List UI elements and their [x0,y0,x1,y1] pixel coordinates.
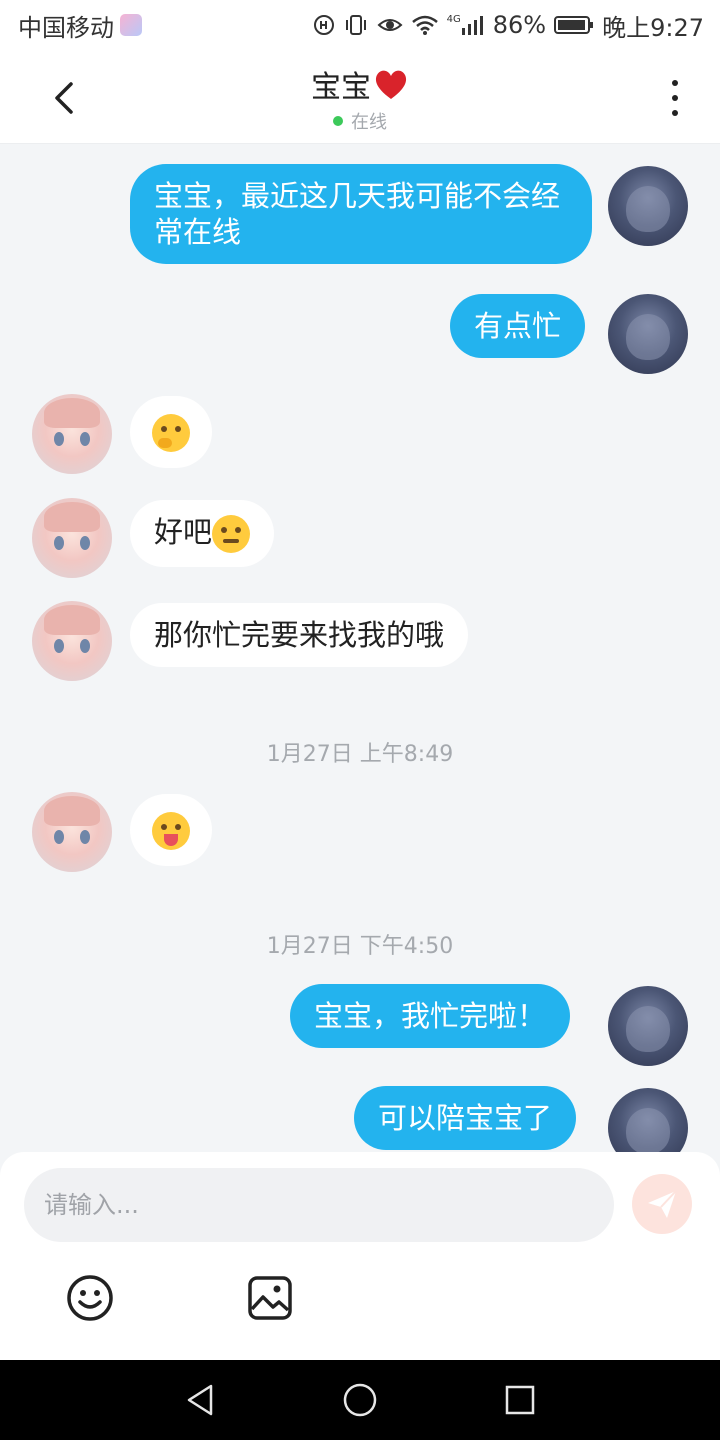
vibrate-icon [343,14,369,36]
my-avatar[interactable] [608,166,688,246]
nav-recents-button[interactable] [500,1380,540,1420]
more-options-button[interactable] [660,78,690,118]
contact-avatar[interactable] [32,601,112,681]
pensive-face-emoji [212,515,251,553]
message-text: 那你忙完要来找我的哦 [154,618,445,652]
contact-name[interactable]: 宝宝 [311,62,409,106]
heart-icon [375,70,407,99]
send-button[interactable] [632,1174,692,1234]
chat-header: 宝宝 在线 [0,50,720,144]
status-bar-right: 4G 86% 晚上9:27 [313,8,704,43]
back-triangle-icon [187,1384,213,1416]
message-bubble-incoming[interactable]: 那你忙完要来找我的哦 [130,603,469,667]
message-text: 可以陪宝宝了 [378,1101,553,1135]
squinting-tongue-face-emoji [152,812,190,850]
chat-message-list[interactable]: 宝宝，最近这几天我可能不会经常在线 有点忙 好吧 那你忙完要来找我的哦 1月27… [0,144,720,1152]
battery-percent: 86% [492,11,547,39]
online-status-text: 在线 [351,112,387,133]
my-avatar[interactable] [608,294,688,374]
more-dot [672,110,678,116]
my-avatar[interactable] [608,1088,688,1152]
online-dot-icon [333,116,343,126]
clock: 晚上9:27 [602,13,704,42]
eye-icon [377,15,403,35]
message-text: 有点忙 [474,309,562,343]
status-bar-left: 中国移动 [18,8,142,43]
nav-back-button[interactable] [180,1380,220,1420]
my-avatar[interactable] [608,986,688,1066]
status-bar: 中国移动 4G 86% 晚上9:27 [0,0,720,50]
image-button[interactable] [246,1274,294,1322]
message-bubble-outgoing[interactable]: 宝宝，我忙完啦！ [290,984,571,1048]
message-bubble-incoming[interactable] [130,794,212,866]
wifi-icon [411,14,439,36]
carrier-badge-icon [120,14,142,36]
send-icon [648,1190,677,1218]
contact-name-text: 宝宝 [311,70,371,105]
image-icon [248,1276,292,1320]
carrier-label: 中国移动 [18,13,114,42]
emoji-icon [67,1275,113,1321]
message-text: 宝宝，我忙完啦！ [314,999,547,1033]
system-navigation-bar [0,1360,720,1440]
emoji-button[interactable] [66,1274,114,1322]
message-bubble-outgoing[interactable]: 可以陪宝宝了 [354,1086,577,1150]
message-timestamp: 1月27日 下午4:50 [266,934,454,959]
message-bubble-incoming[interactable] [130,396,212,468]
contact-avatar[interactable] [32,792,112,872]
title-area: 宝宝 在线 [0,62,720,134]
more-dot [672,95,678,101]
message-bubble-incoming[interactable]: 好吧 [130,500,275,567]
message-input[interactable] [24,1168,614,1242]
message-bubble-outgoing[interactable]: 有点忙 [450,294,586,358]
hd-call-icon [313,14,335,36]
nav-home-button[interactable] [340,1380,380,1420]
battery-icon [554,15,594,35]
network-type-label: 4G [446,14,461,25]
recents-square-icon [505,1385,535,1415]
input-panel [0,1152,720,1360]
more-vertical-icon [672,80,678,86]
thinking-face-emoji [152,414,190,452]
message-text: 好吧 [154,515,213,549]
online-status: 在线 [0,108,720,134]
home-circle-icon [343,1383,377,1417]
message-text: 宝宝，最近这几天我可能不会经常在线 [154,179,561,249]
message-bubble-outgoing[interactable]: 宝宝，最近这几天我可能不会经常在线 [130,164,592,264]
message-timestamp: 1月27日 上午8:49 [266,742,454,767]
signal-icon: 4G [447,14,485,36]
contact-avatar[interactable] [32,394,112,474]
contact-avatar[interactable] [32,498,112,578]
